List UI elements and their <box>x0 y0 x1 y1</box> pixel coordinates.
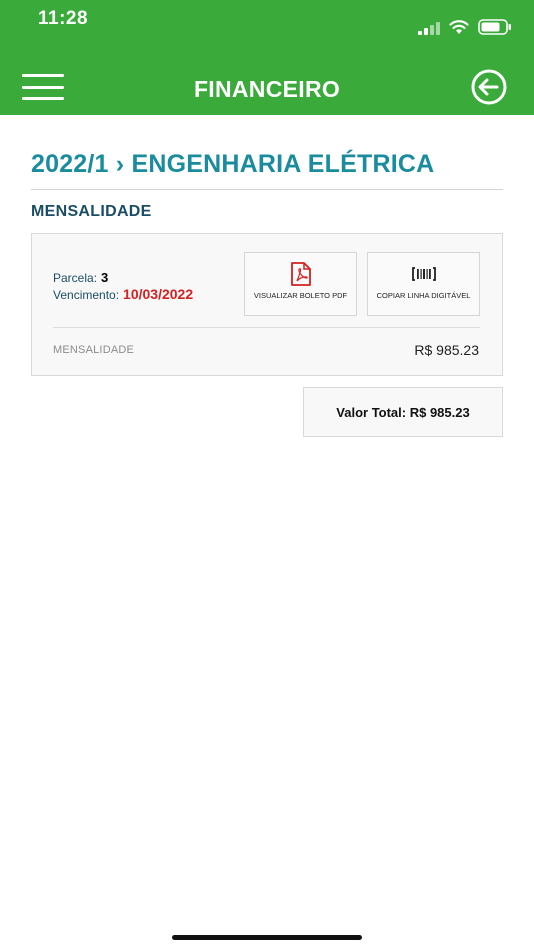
course-title: 2022/1 › ENGENHARIA ELÉTRICA <box>31 150 435 178</box>
view-boleto-pdf-label: VISUALIZAR BOLETO PDF <box>253 291 348 300</box>
copy-digitable-line-label: COPIAR LINHA DIGITÁVEL <box>376 291 471 300</box>
parcela-row: Parcela: 3 <box>53 270 108 285</box>
signal-icon <box>418 22 440 35</box>
home-indicator[interactable] <box>172 935 362 940</box>
vencimento-label: Vencimento: <box>53 288 120 302</box>
battery-icon <box>478 19 511 35</box>
app-bar: FINANCEIRO <box>0 58 534 115</box>
status-bar: 11:28 <box>0 0 534 58</box>
total-value: Valor Total: R$ 985.23 <box>303 387 503 437</box>
page-title: FINANCEIRO <box>193 76 341 102</box>
barcode-icon <box>411 267 436 281</box>
divider <box>31 189 503 190</box>
vencimento-value: 10/03/2022 <box>123 286 194 302</box>
parcela-value: 3 <box>101 270 109 285</box>
item-value: R$ 985.23 <box>414 342 479 358</box>
vencimento-row: Vencimento: 10/03/2022 <box>53 286 193 302</box>
copy-digitable-line-button[interactable]: COPIAR LINHA DIGITÁVEL <box>367 252 480 316</box>
pdf-icon <box>290 262 311 286</box>
view-boleto-pdf-button[interactable]: VISUALIZAR BOLETO PDF <box>244 252 357 316</box>
status-time: 11:28 <box>38 8 89 29</box>
parcela-label: Parcela: <box>53 271 98 285</box>
invoice-card: Parcela: 3 Vencimento: 10/03/2022 VISUALIZ… <box>31 233 503 376</box>
section-title: MENSALIDADE <box>31 203 152 220</box>
back-arrow-icon[interactable] <box>467 69 513 105</box>
item-label: MENSALIDADE <box>53 344 135 356</box>
card-divider <box>53 327 480 328</box>
wifi-icon <box>449 20 469 34</box>
